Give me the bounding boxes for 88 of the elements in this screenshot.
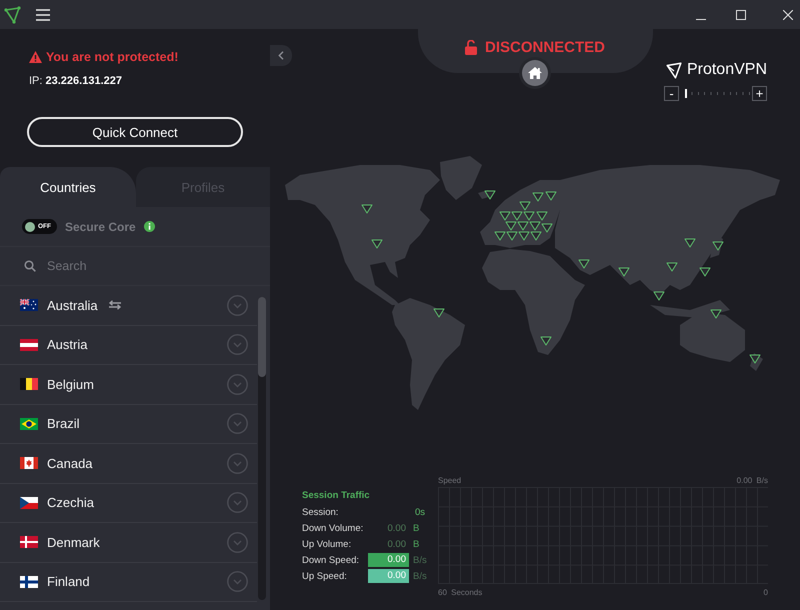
home-icon bbox=[528, 67, 542, 79]
flag-icon bbox=[20, 418, 38, 430]
map-marker-icon[interactable] bbox=[700, 268, 710, 276]
map-marker-icon[interactable] bbox=[710, 310, 722, 318]
lock-icon bbox=[464, 40, 477, 55]
speed-graph-min-label: 0 bbox=[764, 588, 768, 596]
close-icon[interactable] bbox=[783, 10, 793, 20]
flag-icon bbox=[20, 378, 38, 390]
map-marker-icon[interactable] bbox=[372, 240, 382, 248]
traffic-label: Down Speed: bbox=[302, 554, 360, 566]
ip-address-text: IP: 23.226.131.227 bbox=[29, 75, 122, 88]
flag-icon bbox=[20, 299, 38, 312]
map-marker-icon[interactable] bbox=[578, 260, 590, 268]
map-marker-icon[interactable] bbox=[520, 202, 530, 210]
search-icon bbox=[24, 260, 36, 272]
flag-icon bbox=[20, 338, 38, 351]
country-name[interactable]: Australia bbox=[47, 298, 98, 313]
map-marker-icon[interactable] bbox=[532, 192, 544, 202]
map-marker-icon[interactable] bbox=[540, 336, 552, 346]
map-marker-icon[interactable] bbox=[666, 262, 678, 272]
traffic-unit: B/s bbox=[413, 554, 428, 566]
map-marker-icon[interactable] bbox=[484, 190, 496, 200]
map-marker-icon[interactable] bbox=[362, 204, 372, 214]
flag-icon bbox=[20, 536, 38, 548]
country-name[interactable]: Czechia bbox=[47, 495, 94, 510]
logo-icon bbox=[666, 62, 682, 78]
scrollbar[interactable] bbox=[258, 297, 266, 600]
country-name[interactable]: Canada bbox=[47, 456, 93, 471]
chevron-left-icon bbox=[278, 51, 284, 60]
map-marker-icon[interactable] bbox=[530, 222, 540, 230]
map-marker-icon[interactable] bbox=[434, 308, 444, 318]
country-name[interactable]: Denmark bbox=[47, 534, 100, 550]
connection-status-text: DISCONNECTED bbox=[484, 39, 605, 56]
country-name[interactable]: Belgium bbox=[47, 376, 94, 392]
map-marker-icon[interactable] bbox=[518, 222, 528, 230]
brand-name: ProtonVPN bbox=[686, 61, 767, 79]
speed-graph-title: Speed bbox=[438, 476, 462, 484]
traffic-value: 0s bbox=[414, 506, 426, 518]
warning-text: You are not protected! bbox=[46, 50, 178, 64]
map-marker-icon[interactable] bbox=[536, 212, 548, 220]
zoom-out-button[interactable]: - bbox=[664, 86, 679, 101]
quick-connect-button[interactable]: Quick Connect bbox=[27, 117, 243, 147]
country-name[interactable]: Finland bbox=[47, 574, 90, 590]
traffic-label: Up Volume: bbox=[302, 538, 352, 550]
map-marker-icon[interactable] bbox=[750, 354, 760, 364]
map-marker-icon[interactable] bbox=[712, 242, 724, 250]
map-marker-icon[interactable] bbox=[518, 232, 530, 240]
map-marker-icon[interactable] bbox=[500, 212, 510, 220]
flag-icon bbox=[20, 496, 38, 509]
map-marker-icon[interactable] bbox=[506, 222, 516, 230]
map-marker-icon[interactable] bbox=[524, 212, 534, 220]
country-name[interactable]: Austria bbox=[47, 337, 88, 352]
info-icon[interactable] bbox=[144, 221, 155, 232]
search-field[interactable]: Search bbox=[47, 256, 227, 276]
home-button[interactable] bbox=[522, 60, 548, 86]
speed-reading: 0.00 bbox=[368, 569, 409, 583]
flag-icon bbox=[20, 457, 38, 470]
map-marker-icon[interactable] bbox=[494, 232, 506, 240]
speed-graph-time-label: 60 Seconds bbox=[438, 588, 482, 596]
traffic-label: Up Speed: bbox=[302, 570, 348, 582]
traffic-unit: B/s bbox=[413, 570, 428, 582]
traffic-label: Session: bbox=[302, 506, 340, 518]
sidebar-tab[interactable]: Countries bbox=[0, 167, 136, 207]
traffic-unit: B bbox=[413, 522, 420, 534]
warning-icon bbox=[29, 51, 42, 63]
session-traffic-title: Session Traffic bbox=[302, 490, 371, 503]
traffic-value: 0.00 bbox=[386, 538, 407, 550]
scrollbar-thumb[interactable] bbox=[258, 297, 266, 377]
flag-icon bbox=[20, 576, 38, 588]
map-marker-icon[interactable] bbox=[542, 224, 552, 232]
logo-icon[interactable] bbox=[4, 6, 21, 24]
menu-icon[interactable] bbox=[36, 8, 50, 20]
map-marker-icon[interactable] bbox=[546, 192, 556, 200]
secure-core-label: Secure Core bbox=[65, 220, 136, 234]
speed-reading: 0.00 bbox=[368, 553, 409, 567]
map-marker-icon[interactable] bbox=[506, 232, 518, 240]
country-name[interactable]: Brazil bbox=[47, 416, 80, 432]
map-marker-icon[interactable] bbox=[618, 268, 630, 276]
zoom-in-button[interactable]: + bbox=[752, 86, 767, 101]
map-marker-icon[interactable] bbox=[530, 232, 542, 240]
collapse-button[interactable] bbox=[270, 45, 292, 66]
traffic-value: 0.00 bbox=[386, 522, 407, 534]
speed-graph-max-label: 0.00 B/s bbox=[736, 476, 768, 484]
map-marker-icon[interactable] bbox=[512, 212, 522, 220]
map-marker-icon[interactable] bbox=[684, 238, 696, 248]
traffic-unit: B bbox=[413, 538, 420, 550]
maximize-icon[interactable] bbox=[736, 10, 746, 20]
traffic-label: Down Volume: bbox=[302, 522, 364, 534]
